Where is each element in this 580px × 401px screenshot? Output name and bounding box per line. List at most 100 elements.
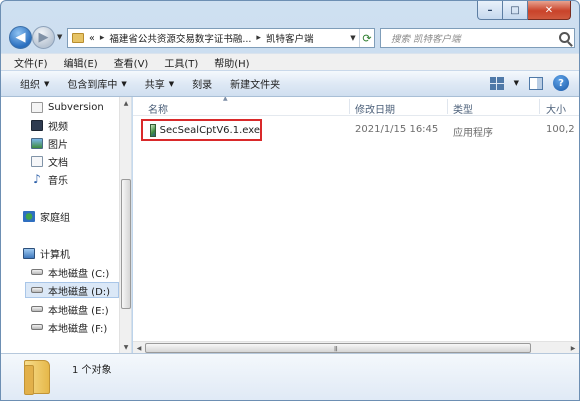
organize-label: 组织 (20, 80, 40, 91)
search-placeholder: 搜索 凯特客户端 (391, 34, 461, 45)
nav-item-label: 图片 (48, 139, 68, 151)
preview-pane-icon[interactable] (529, 76, 543, 90)
refresh-icon[interactable]: ⟳ (359, 29, 374, 47)
nav-item-drive-d[interactable]: 本地磁盘 (D:) (25, 282, 119, 298)
drive-icon (31, 287, 43, 293)
chevron-down-icon: ▼ (121, 79, 127, 88)
item-count: 1 个对象 (72, 365, 112, 376)
nav-vertical-scrollbar[interactable]: ▲ ▼ (119, 97, 131, 353)
new-folder-button[interactable]: 新建文件夹 (221, 76, 289, 91)
minimize-button[interactable]: – (477, 1, 503, 20)
column-divider[interactable] (447, 99, 448, 114)
address-history-chevron[interactable]: « (89, 33, 95, 44)
address-bar[interactable]: « ▸ 福建省公共资源交易数字证书融... ▸ 凯特客户端 ▼ ⟳ (67, 28, 375, 48)
column-header-row: ▲ 名称 修改日期 类型 大小 (133, 97, 579, 116)
horizontal-scrollbar[interactable]: ◀ |||| ▶ (133, 341, 579, 353)
table-row[interactable]: SecSealCptV6.1.exe 2021/1/15 16:45 应用程序 … (141, 119, 579, 141)
highlighted-file-name[interactable]: SecSealCptV6.1.exe (141, 119, 262, 141)
change-view-icon[interactable] (489, 76, 504, 90)
chevron-down-icon: ▼ (168, 79, 175, 88)
nav-item-drive-c[interactable]: 本地磁盘 (C:) (31, 264, 109, 280)
scroll-left-icon[interactable]: ◀ (133, 342, 145, 353)
nav-item-computer[interactable]: 计算机 (23, 245, 70, 261)
burn-label: 刻录 (192, 80, 213, 91)
menu-view[interactable]: 查看(V) (107, 55, 156, 70)
pictures-library-icon (31, 137, 43, 149)
nav-item-label: 计算机 (40, 249, 70, 261)
address-dropdown-icon[interactable]: ▼ (346, 29, 360, 47)
folder-icon (72, 33, 84, 43)
menu-bar: 文件(F) 编辑(E) 查看(V) 工具(T) 帮助(H) (1, 53, 579, 70)
nav-item-label: 本地磁盘 (E:) (48, 305, 109, 317)
caption-buttons: – □ ✕ (477, 1, 571, 20)
organize-button[interactable]: 组织 ▼ (11, 76, 58, 92)
scroll-thumb[interactable] (121, 179, 131, 309)
scroll-down-icon[interactable]: ▼ (120, 341, 131, 353)
address-separator-icon[interactable]: ▸ (256, 33, 261, 43)
nav-item-label: 家庭组 (40, 212, 70, 224)
history-dropdown-icon[interactable]: ▼ (57, 33, 62, 41)
address-separator-icon[interactable]: ▸ (100, 33, 105, 43)
nav-item-pictures[interactable]: 图片 (31, 135, 68, 151)
column-divider[interactable] (539, 99, 540, 114)
nav-item-drive-f[interactable]: 本地磁盘 (F:) (31, 319, 107, 335)
nav-item-subversion[interactable]: Subversion (31, 99, 104, 115)
burn-button[interactable]: 刻录 (183, 76, 221, 91)
nav-item-homegroup[interactable]: 家庭组 (23, 208, 70, 224)
subversion-icon (31, 101, 43, 113)
nav-item-documents[interactable]: 文档 (31, 153, 68, 169)
include-library-label: 包含到库中 (67, 80, 118, 91)
column-type[interactable]: 类型 (453, 101, 473, 116)
nav-item-label: 本地磁盘 (F:) (48, 323, 108, 335)
drive-icon (31, 324, 43, 330)
nav-item-video[interactable]: 视频 (31, 117, 68, 133)
maximize-button[interactable]: □ (503, 1, 528, 20)
grip-icon: |||| (334, 346, 338, 352)
scroll-up-icon[interactable]: ▲ (120, 97, 131, 109)
nav-item-music[interactable]: ♪ 音乐 (31, 171, 68, 187)
address-segment-current[interactable]: 凯特客户端 (266, 31, 314, 45)
column-date[interactable]: 修改日期 (355, 101, 395, 116)
scroll-thumb[interactable]: |||| (145, 343, 531, 353)
nav-item-label: 本地磁盘 (C:) (48, 268, 110, 280)
navigation-row: ◀ ▶ ▼ « ▸ 福建省公共资源交易数字证书融... ▸ 凯特客户端 ▼ ⟳ … (7, 23, 575, 51)
share-button[interactable]: 共享 ▼ (136, 76, 183, 92)
details-pane: 1 个对象 (1, 353, 579, 400)
documents-library-icon (31, 155, 43, 167)
back-button[interactable]: ◀ (9, 26, 32, 49)
nav-item-label: 视频 (48, 121, 68, 133)
homegroup-icon (23, 210, 35, 222)
drive-c-icon (31, 269, 43, 275)
scroll-right-icon[interactable]: ▶ (567, 342, 579, 353)
nav-item-label: Subversion (48, 101, 104, 113)
include-in-library-button[interactable]: 包含到库中 ▼ (58, 76, 135, 92)
search-icon[interactable] (559, 32, 570, 43)
menu-tools[interactable]: 工具(T) (157, 55, 205, 70)
menu-edit[interactable]: 编辑(E) (57, 55, 105, 70)
column-divider[interactable] (349, 99, 350, 114)
column-size[interactable]: 大小 (546, 101, 566, 116)
computer-icon (23, 247, 35, 259)
new-folder-label: 新建文件夹 (230, 80, 281, 91)
exe-icon (150, 123, 156, 137)
menu-file[interactable]: 文件(F) (7, 55, 55, 70)
toolbar-right-group: ▼ ? (489, 75, 569, 91)
command-bar: 组织 ▼ 包含到库中 ▼ 共享 ▼ 刻录 新建文件夹 ▼ ? (1, 70, 579, 97)
music-library-icon: ♪ (33, 171, 41, 186)
file-date: 2021/1/15 16:45 (355, 124, 439, 135)
menu-help[interactable]: 帮助(H) (207, 55, 256, 70)
file-size: 100,2 (546, 124, 575, 135)
close-button[interactable]: ✕ (528, 1, 571, 20)
view-dropdown-icon[interactable]: ▼ (514, 79, 519, 87)
sort-ascending-icon: ▲ (223, 97, 228, 102)
drive-icon (31, 306, 43, 312)
folder-icon (24, 360, 50, 395)
search-input[interactable]: 搜索 凯特客户端 (380, 28, 575, 48)
help-icon[interactable]: ? (553, 75, 569, 91)
chevron-down-icon: ▼ (44, 79, 50, 88)
share-label: 共享 (144, 80, 165, 91)
nav-item-drive-e[interactable]: 本地磁盘 (E:) (31, 301, 109, 317)
address-segment-parent[interactable]: 福建省公共资源交易数字证书融... (109, 31, 251, 45)
column-name[interactable]: 名称 (148, 101, 168, 116)
forward-button[interactable]: ▶ (32, 26, 55, 49)
